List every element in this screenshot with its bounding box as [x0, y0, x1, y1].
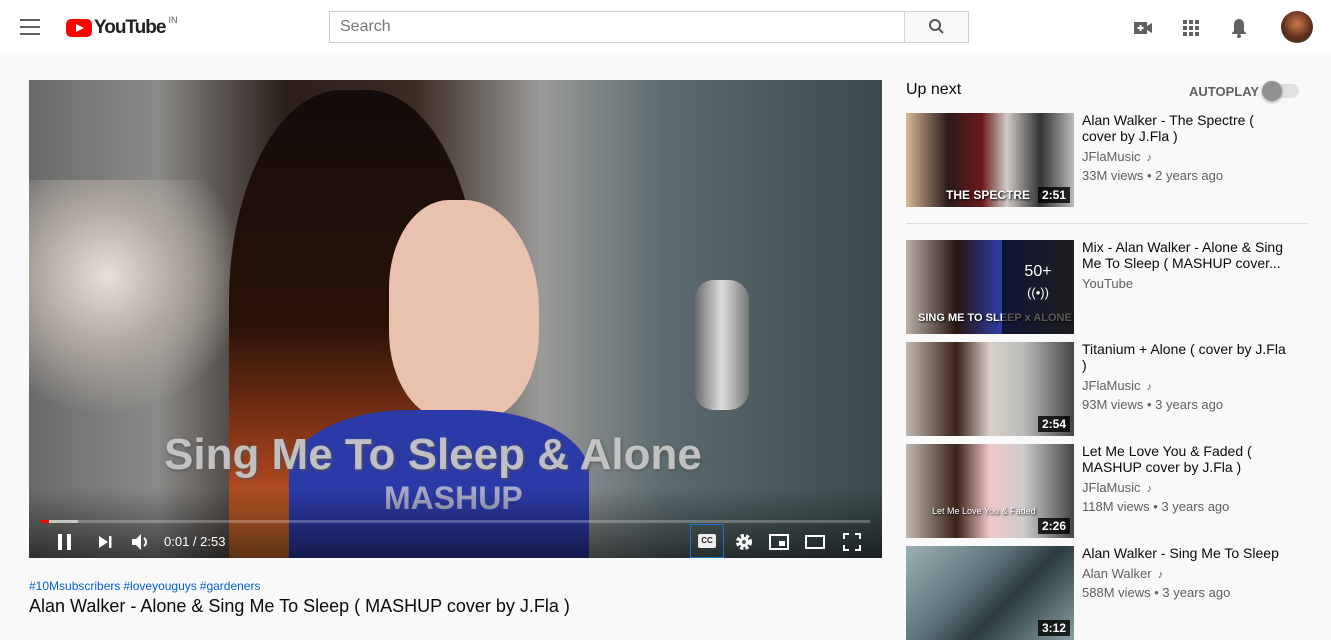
video-thumbnail[interactable]: THE SPECTRE 2:51 — [906, 113, 1074, 207]
video-thumbnail[interactable]: 2:54 — [906, 342, 1074, 436]
hashtag-link[interactable]: #10Msubscribers — [29, 579, 120, 593]
channel-name[interactable]: YouTube — [1082, 276, 1133, 291]
up-next-video[interactable]: Let Me Love You & Faded 2:26 Let Me Love… — [906, 443, 1308, 538]
channel-name[interactable]: JFlaMusic — [1082, 149, 1141, 164]
hashtag-link[interactable]: #gardeners — [200, 579, 261, 593]
up-next-mix[interactable]: SING ME TO SLEEP x ALONE 50+ ((•)) Mix - … — [906, 239, 1308, 334]
duration-badge: 2:54 — [1037, 416, 1070, 432]
mix-radio-icon: ((•)) — [1027, 285, 1049, 300]
video-thumbnail[interactable]: 3:12 — [906, 546, 1074, 640]
channel-name[interactable]: Alan Walker — [1082, 566, 1152, 581]
top-bar: YouTube IN Search — [0, 0, 1331, 55]
video-thumbnail[interactable]: SING ME TO SLEEP x ALONE 50+ ((•)) — [906, 240, 1074, 334]
next-icon[interactable] — [94, 531, 116, 553]
autoplay-label: AUTOPLAY — [1189, 84, 1260, 99]
divider — [906, 223, 1308, 224]
volume-icon[interactable] — [129, 531, 151, 553]
apps-grid-icon[interactable] — [1179, 16, 1203, 40]
thumbnail-text: THE SPECTRE — [946, 188, 1031, 202]
video-frame-face — [389, 200, 539, 420]
hashtags: #10Msubscribers #loveyouguys #gardeners — [29, 579, 263, 593]
duration-badge: 2:26 — [1037, 518, 1070, 534]
hamburger-menu-icon[interactable] — [20, 19, 40, 35]
up-next-video[interactable]: THE SPECTRE 2:51 Alan Walker - The Spect… — [906, 112, 1308, 207]
youtube-play-icon — [66, 19, 92, 37]
create-video-icon[interactable] — [1131, 16, 1155, 40]
thumbnail-text: Let Me Love You & Faded — [932, 506, 1036, 516]
video-meta: 33M views • 2 years ago — [1082, 168, 1224, 183]
progress-bar[interactable] — [41, 520, 870, 523]
hashtag-link[interactable]: #loveyouguys — [123, 579, 196, 593]
music-note-icon: ♪ — [1146, 483, 1153, 495]
logo-text: YouTube — [94, 17, 166, 38]
duration-badge: 2:51 — [1037, 187, 1070, 203]
up-next-video[interactable]: 2:54 Titanium + Alone ( cover by J.Fla )… — [906, 341, 1308, 436]
subtitles-button[interactable]: CC — [690, 524, 724, 558]
video-title[interactable]: Alan Walker - The Spectre ( cover by J.F… — [1082, 112, 1292, 144]
miniplayer-icon[interactable] — [768, 531, 790, 553]
user-avatar[interactable] — [1281, 11, 1313, 43]
settings-gear-icon[interactable] — [733, 531, 755, 553]
channel-name[interactable]: JFlaMusic — [1082, 378, 1141, 393]
mix-count: 50+ — [1024, 263, 1052, 280]
video-meta: 93M views • 3 years ago — [1082, 397, 1224, 412]
theater-mode-icon[interactable] — [804, 531, 826, 553]
video-title[interactable]: Mix - Alan Walker - Alone & Sing Me To S… — [1082, 239, 1292, 271]
video-player[interactable]: Sing Me To Sleep & Alone MASHUP 0:01 / 2… — [29, 80, 882, 558]
mix-overlay: 50+ ((•)) — [1002, 240, 1074, 334]
country-code: IN — [168, 15, 178, 25]
video-thumbnail[interactable]: Let Me Love You & Faded 2:26 — [906, 444, 1074, 538]
video-meta: 118M views • 3 years ago — [1082, 499, 1230, 514]
video-frame-microphone — [694, 280, 749, 410]
youtube-logo[interactable]: YouTube IN — [66, 15, 178, 39]
channel-name[interactable]: JFlaMusic — [1082, 480, 1141, 495]
music-note-icon: ♪ — [1157, 569, 1164, 581]
up-next-heading: Up next — [906, 81, 962, 98]
cc-icon: CC — [698, 534, 716, 548]
search-input[interactable]: Search — [329, 11, 905, 43]
video-title: Alan Walker - Alone & Sing Me To Sleep (… — [29, 596, 570, 616]
video-caption-line1: Sing Me To Sleep & Alone — [164, 430, 702, 479]
up-next-video[interactable]: 3:12 Alan Walker - Sing Me To Sleep Alan… — [906, 545, 1308, 640]
search-icon — [929, 19, 944, 34]
search-button[interactable] — [904, 11, 969, 43]
fullscreen-icon[interactable] — [841, 531, 863, 553]
pause-icon[interactable] — [54, 531, 76, 553]
video-title[interactable]: Let Me Love You & Faded ( MASHUP cover b… — [1082, 443, 1292, 475]
music-note-icon: ♪ — [1146, 152, 1153, 164]
video-title[interactable]: Titanium + Alone ( cover by J.Fla ) — [1082, 341, 1292, 373]
duration-badge: 3:12 — [1037, 620, 1070, 636]
video-title[interactable]: Alan Walker - Sing Me To Sleep — [1082, 545, 1292, 561]
music-note-icon: ♪ — [1146, 381, 1153, 393]
notifications-bell-icon[interactable] — [1227, 16, 1251, 40]
time-display: 0:01 / 2:53 — [164, 534, 226, 549]
video-meta: 588M views • 3 years ago — [1082, 585, 1231, 600]
autoplay-toggle[interactable] — [1262, 81, 1299, 101]
